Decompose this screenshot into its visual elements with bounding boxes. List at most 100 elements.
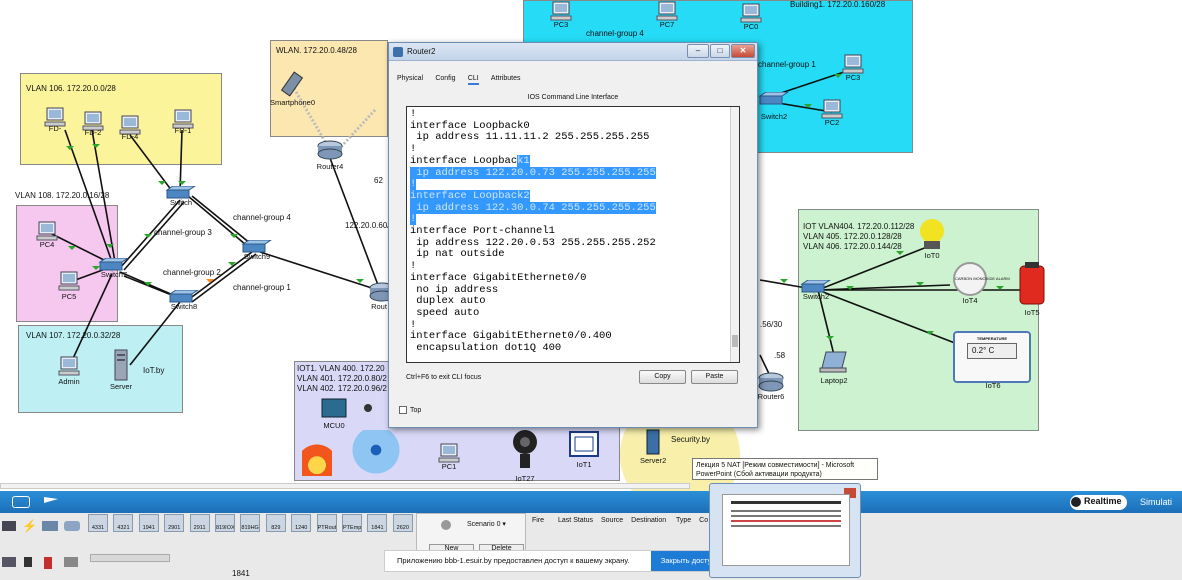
scroll-thumb[interactable] bbox=[732, 335, 738, 347]
device-type-tile[interactable]: 2620 bbox=[392, 514, 413, 532]
router-router6[interactable]: Router6 bbox=[757, 372, 785, 401]
device-type-tile[interactable]: 4321 bbox=[113, 514, 134, 532]
pc-pc2[interactable]: PC2 bbox=[821, 98, 843, 127]
cli-selected-text: k1 bbox=[517, 154, 530, 167]
iot-iot5[interactable]: IoT5 bbox=[1015, 262, 1049, 317]
hscrollbar[interactable] bbox=[0, 483, 690, 489]
device-smartphone0[interactable]: Smartphone0 bbox=[270, 70, 315, 107]
cli-line: ! bbox=[410, 260, 416, 272]
cli-text: interface Loopbac bbox=[410, 154, 518, 167]
device-type-tile[interactable]: 1240 bbox=[291, 514, 312, 532]
misc-category-icon[interactable] bbox=[64, 557, 78, 567]
col-last-status: Last Status bbox=[558, 517, 594, 524]
switch-switch2-building[interactable]: Switch2 bbox=[758, 91, 790, 121]
tab-attributes[interactable]: Attributes bbox=[491, 75, 521, 83]
col-fire: Fire bbox=[532, 517, 545, 524]
device-scroll[interactable] bbox=[90, 554, 170, 562]
device-type-tile[interactable]: 819IOX bbox=[215, 514, 235, 532]
tab-cli[interactable]: CLI bbox=[467, 75, 479, 85]
power-category-icon[interactable] bbox=[24, 557, 32, 567]
switch-switch7[interactable]: Switch7 bbox=[98, 257, 130, 279]
connection-category-icon[interactable]: ⚡ bbox=[22, 519, 37, 533]
label-56-30: .56/30 bbox=[760, 320, 783, 329]
laptop-laptop2[interactable]: Laptop2 bbox=[818, 350, 850, 385]
powerpoint-thumbnail[interactable] bbox=[709, 483, 861, 578]
device-label: Server2 bbox=[640, 456, 667, 465]
tab-physical[interactable]: Physical bbox=[397, 75, 423, 83]
hub-category-icon[interactable] bbox=[42, 521, 58, 531]
dialog-tabs: Physical Config CLI Attributes bbox=[397, 73, 531, 85]
cli-line: interface Loopback0 bbox=[410, 120, 530, 132]
iot-iot6[interactable]: TEMPERATURE 0.2° C IoT6 bbox=[953, 331, 1033, 390]
cli-text: duplex auto bbox=[410, 295, 486, 308]
device-type-tile[interactable]: PTRouter bbox=[316, 514, 337, 532]
server-server2[interactable]: Server2 bbox=[640, 428, 666, 465]
flag-icon[interactable] bbox=[44, 497, 58, 503]
pc-fd-2[interactable]: FD-2 bbox=[82, 110, 104, 137]
maximize-button[interactable]: □ bbox=[710, 44, 730, 58]
device-type-tile[interactable]: PTEmpty bbox=[342, 514, 362, 532]
iot-iot27[interactable]: IoT27 bbox=[510, 428, 540, 483]
pc-pc0[interactable]: PC0 bbox=[740, 2, 762, 31]
device-type-tile[interactable]: 2911 bbox=[189, 514, 210, 532]
label-vlan405: VLAN 405. 172.20.0.128/28 bbox=[803, 232, 902, 241]
switch-top[interactable]: Switch bbox=[165, 185, 197, 207]
router-category-icon[interactable] bbox=[2, 521, 16, 531]
label-wlan: WLAN. 172.20.0.48/28 bbox=[276, 46, 357, 55]
device-type-tile[interactable]: 829 bbox=[265, 514, 286, 532]
logical-view-icon[interactable] bbox=[12, 496, 30, 508]
copy-button[interactable]: Copy bbox=[639, 370, 686, 384]
cli-console[interactable]: ! interface Loopback0 ip address 11.11.1… bbox=[406, 106, 740, 363]
device-type-tile[interactable]: 4331 bbox=[88, 514, 108, 532]
cli-line: ip nat outside bbox=[410, 248, 504, 261]
iot-mcu0[interactable]: MCU0 bbox=[320, 397, 348, 430]
device-type-tile[interactable]: 1841 bbox=[367, 514, 388, 532]
packet-tracer-workspace[interactable]: VLAN 106. 172.20.0.0/28 VLAN 108. 172.20… bbox=[0, 0, 1182, 580]
wireless-category-icon[interactable] bbox=[64, 521, 80, 531]
slide-preview bbox=[722, 494, 850, 566]
clock-icon bbox=[1071, 497, 1081, 507]
pc-pc5[interactable]: PC5 bbox=[58, 270, 80, 301]
checkbox-box[interactable] bbox=[399, 406, 407, 414]
top-checkbox[interactable]: Top bbox=[399, 406, 421, 414]
dialog-titlebar[interactable]: Router2 – □ ✕ bbox=[389, 43, 757, 61]
phone-category-icon[interactable] bbox=[2, 557, 16, 567]
paste-button[interactable]: Paste bbox=[691, 370, 738, 384]
device-type-tile[interactable]: 819HGW bbox=[240, 514, 261, 532]
switch-switch9[interactable]: Switch9 bbox=[241, 239, 273, 261]
label-channel-group-4b: channel-group 4 bbox=[586, 29, 644, 38]
simulation-button[interactable]: Simulati bbox=[1140, 497, 1172, 507]
cli-text: ip address 11.11.11.2 255.255.255.255 bbox=[410, 131, 650, 144]
router2-dialog[interactable]: Router2 – □ ✕ Physical Config CLI Attrib… bbox=[388, 42, 758, 428]
iot-iot0[interactable]: IoT0 bbox=[915, 215, 949, 260]
cli-scrollbar[interactable] bbox=[730, 107, 739, 362]
pc-pc1[interactable]: PC1 bbox=[438, 442, 460, 471]
pc-pc7[interactable]: PC7 bbox=[656, 0, 678, 29]
router-rout[interactable]: Rout bbox=[368, 282, 395, 311]
minimize-button[interactable]: – bbox=[687, 44, 709, 58]
pc-pc3[interactable]: PC3 bbox=[842, 53, 864, 82]
pc-pc4[interactable]: PC4 bbox=[36, 220, 58, 249]
label-channel-group-3: channel-group 3 bbox=[154, 228, 212, 237]
server-server[interactable]: Server bbox=[110, 348, 132, 391]
mobile-category-icon[interactable] bbox=[44, 557, 52, 569]
pc-fd-1[interactable]: FD-1 bbox=[172, 108, 194, 135]
close-button[interactable]: ✕ bbox=[731, 44, 755, 58]
cli-output[interactable]: ! interface Loopback0 ip address 11.11.1… bbox=[407, 107, 739, 355]
router-router4[interactable]: Router4 bbox=[316, 140, 344, 171]
pc-fd[interactable]: FD- bbox=[44, 106, 66, 133]
iot-iot1[interactable]: IoT1 bbox=[568, 430, 600, 469]
device-type-tile[interactable]: 1941 bbox=[138, 514, 159, 532]
pc-admin[interactable]: Admin bbox=[58, 355, 80, 386]
iot-iot4[interactable]: CARBON MONOXIDE ALARM IoT4 bbox=[945, 262, 1010, 305]
scenario-select[interactable]: Scenario 0 ▾ bbox=[467, 520, 506, 528]
switch-switch8[interactable]: Switch8 bbox=[168, 289, 200, 311]
cli-text: no ip address bbox=[410, 283, 499, 296]
tab-config[interactable]: Config bbox=[435, 75, 455, 83]
pc-fd-4[interactable]: FD-4 bbox=[119, 114, 141, 141]
cli-line: duplex auto bbox=[410, 295, 486, 308]
device-type-tile[interactable]: 2901 bbox=[164, 514, 185, 532]
pc-pc3-building[interactable]: PC3 bbox=[550, 0, 572, 29]
label-iot-by: IoT.by bbox=[143, 366, 165, 375]
switch-switch2-iot[interactable]: Switch2 bbox=[800, 279, 832, 301]
